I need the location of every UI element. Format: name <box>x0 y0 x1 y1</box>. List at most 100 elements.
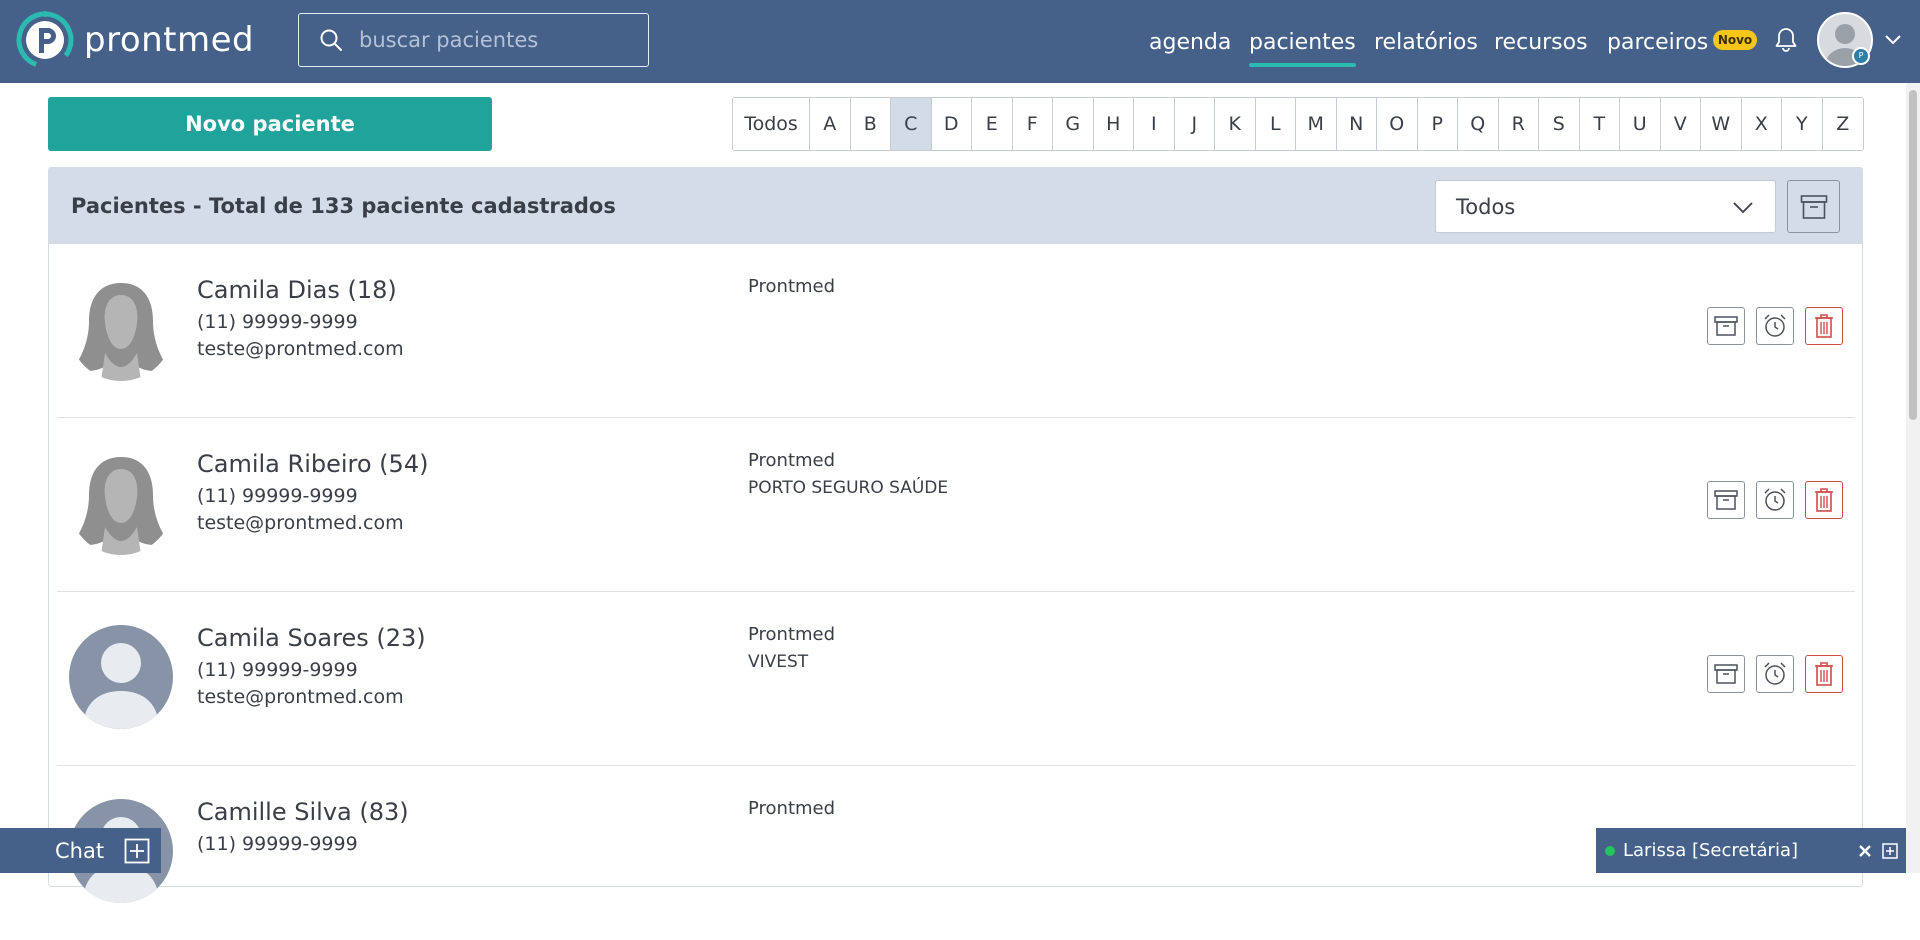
patient-name[interactable]: Camila Dias (18) <box>197 276 397 304</box>
chat-bar[interactable]: Chat <box>0 828 161 873</box>
alpha-filter-f[interactable]: F <box>1012 98 1053 150</box>
close-icon[interactable] <box>1858 844 1872 858</box>
archive-patient-button[interactable] <box>1707 655 1745 693</box>
alpha-filter-i[interactable]: I <box>1134 98 1175 150</box>
page-scrollbar-thumb[interactable] <box>1909 90 1917 420</box>
reminder-button[interactable] <box>1756 655 1794 693</box>
alpha-filter-u[interactable]: U <box>1620 98 1661 150</box>
alpha-filter-y[interactable]: Y <box>1782 98 1823 150</box>
patient-phone: (11) 99999-9999 <box>197 485 358 507</box>
nav-recursos-label[interactable]: recursos <box>1494 30 1588 55</box>
nav-parceiros-label[interactable]: parceiros <box>1607 30 1708 55</box>
female-silhouette-icon <box>73 457 169 555</box>
patients-panel: Pacientes - Total de 133 paciente cadast… <box>48 167 1863 903</box>
alpha-filter-q[interactable]: Q <box>1458 98 1499 150</box>
alpha-filter-c[interactable]: C <box>891 98 932 150</box>
patient-row[interactable]: Camille Silva (83) (11) 99999-9999 Pront… <box>57 766 1855 940</box>
alpha-filter-v[interactable]: V <box>1660 98 1701 150</box>
nav-recursos[interactable]: recursos <box>1494 22 1588 62</box>
alpha-filter-a[interactable]: A <box>810 98 851 150</box>
nav-pacientes[interactable]: pacientes <box>1249 22 1356 67</box>
alpha-filter-m[interactable]: M <box>1296 98 1337 150</box>
prontmed-logo[interactable]: prontmed <box>16 10 254 70</box>
alpha-filter-h[interactable]: H <box>1093 98 1134 150</box>
user-clinic-badge: P <box>1852 47 1870 65</box>
expand-icon[interactable] <box>1882 842 1898 859</box>
alpha-filter-o[interactable]: O <box>1377 98 1418 150</box>
new-patient-button[interactable]: Novo paciente <box>48 97 492 151</box>
patient-clinic: Prontmed <box>748 798 836 819</box>
alpha-filter-l[interactable]: L <box>1255 98 1296 150</box>
patient-avatar <box>69 277 173 381</box>
alpha-filter-e[interactable]: E <box>972 98 1013 150</box>
status-filter-select[interactable]: Todos <box>1435 180 1776 233</box>
nav-pacientes-label[interactable]: pacientes <box>1249 30 1356 67</box>
patient-name[interactable]: Camila Ribeiro (54) <box>197 450 428 478</box>
patient-search[interactable] <box>298 13 649 67</box>
patient-row[interactable]: Camila Dias (18) (11) 99999-9999 teste@p… <box>57 244 1855 418</box>
patient-row[interactable]: Camila Ribeiro (54) (11) 99999-9999 test… <box>57 418 1855 592</box>
patient-row[interactable]: Camila Soares (23) (11) 99999-9999 teste… <box>57 592 1855 766</box>
reminder-button[interactable] <box>1756 307 1794 345</box>
alpha-filter-todos[interactable]: Todos <box>733 98 810 150</box>
add-icon[interactable] <box>124 838 150 864</box>
generic-person-icon <box>83 643 159 729</box>
chat-contact-bar[interactable]: Larissa [Secretária] <box>1596 828 1906 873</box>
trash-icon <box>1815 488 1833 512</box>
nav-agenda[interactable]: agenda <box>1149 22 1231 62</box>
patient-clinic: Prontmed <box>748 624 836 645</box>
bell-icon[interactable] <box>1774 26 1798 54</box>
alpha-filter-j[interactable]: J <box>1174 98 1215 150</box>
nav-relatorios-label[interactable]: relatórios <box>1374 30 1478 55</box>
archived-toggle-button[interactable] <box>1787 180 1840 233</box>
nav-parceiros[interactable]: parceiros <box>1607 22 1708 62</box>
archive-icon <box>1800 194 1827 219</box>
archive-icon <box>1714 316 1738 336</box>
alpha-filter-r[interactable]: R <box>1498 98 1539 150</box>
alpha-filter-p[interactable]: P <box>1417 98 1458 150</box>
chat-contact-name: Larissa [Secretária] <box>1623 840 1799 861</box>
patient-health-plan: VIVEST <box>748 652 809 672</box>
search-input[interactable] <box>359 28 619 52</box>
reminder-button[interactable] <box>1756 481 1794 519</box>
delete-patient-button[interactable] <box>1805 655 1843 693</box>
alphabet-filter: Todos A B C D E F G H I J K L M N O P Q … <box>732 97 1864 151</box>
novo-badge: Novo <box>1713 30 1757 50</box>
alpha-filter-s[interactable]: S <box>1539 98 1580 150</box>
alpha-filter-x[interactable]: X <box>1741 98 1782 150</box>
alpha-filter-b[interactable]: B <box>850 98 891 150</box>
patient-avatar <box>69 625 173 729</box>
patient-phone: (11) 99999-9999 <box>197 659 358 681</box>
patient-name[interactable]: Camila Soares (23) <box>197 624 426 652</box>
archive-icon <box>1714 664 1738 684</box>
patient-email: teste@prontmed.com <box>197 338 404 360</box>
patient-health-plan: PORTO SEGURO SAÚDE <box>748 478 949 498</box>
chevron-down-icon <box>1733 201 1753 213</box>
brand-name: prontmed <box>84 20 255 60</box>
alpha-filter-z[interactable]: Z <box>1822 98 1863 150</box>
alpha-filter-g[interactable]: G <box>1053 98 1094 150</box>
patient-name[interactable]: Camille Silva (83) <box>197 798 409 826</box>
alpha-filter-k[interactable]: K <box>1215 98 1256 150</box>
alarm-clock-icon <box>1764 662 1786 685</box>
delete-patient-button[interactable] <box>1805 307 1843 345</box>
chat-label: Chat <box>55 838 105 863</box>
chevron-down-icon[interactable] <box>1883 30 1903 50</box>
alarm-clock-icon <box>1764 488 1786 511</box>
nav-relatorios[interactable]: relatórios <box>1374 22 1478 62</box>
alpha-filter-n[interactable]: N <box>1336 98 1377 150</box>
alpha-filter-d[interactable]: D <box>931 98 972 150</box>
archive-patient-button[interactable] <box>1707 481 1745 519</box>
alpha-filter-w[interactable]: W <box>1701 98 1742 150</box>
patient-phone: (11) 99999-9999 <box>197 833 358 855</box>
alpha-filter-t[interactable]: T <box>1579 98 1620 150</box>
archive-patient-button[interactable] <box>1707 307 1745 345</box>
online-status-icon <box>1605 845 1615 856</box>
patient-email: teste@prontmed.com <box>197 686 404 708</box>
delete-patient-button[interactable] <box>1805 481 1843 519</box>
nav-agenda-label[interactable]: agenda <box>1149 30 1231 55</box>
prontmed-logo-icon <box>16 11 74 69</box>
patient-clinic: Prontmed <box>748 276 836 297</box>
search-icon <box>320 29 342 51</box>
female-silhouette-icon <box>73 283 169 381</box>
